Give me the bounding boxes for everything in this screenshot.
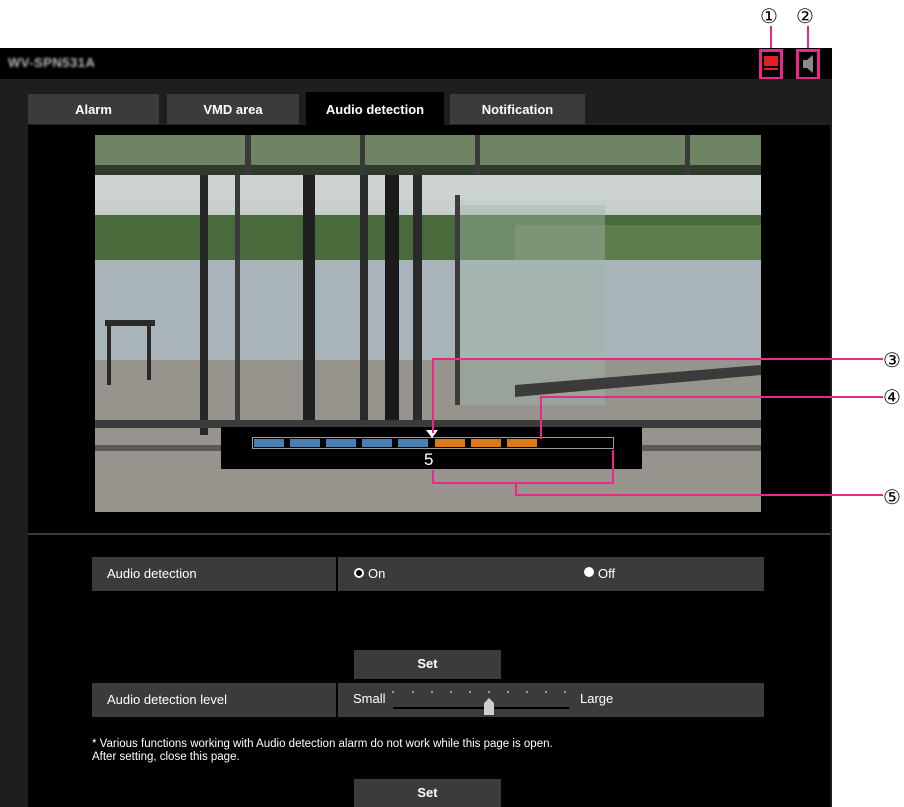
note-line-1: * Various functions working with Audio d… <box>92 738 553 750</box>
slider-track[interactable] <box>393 707 569 709</box>
audio-detection-label: Audio detection <box>92 557 336 591</box>
audio-detection-on-label: On <box>368 566 386 581</box>
divider <box>28 533 830 535</box>
callout-1-line <box>770 26 772 50</box>
audio-detection-off-label: Off <box>598 566 616 581</box>
tab-notification[interactable]: Notification <box>450 94 585 124</box>
tab-alarm[interactable]: Alarm <box>28 94 159 124</box>
tab-vmd-area[interactable]: VMD area <box>167 94 299 124</box>
meter-segment <box>254 439 284 447</box>
meter-value: 5 <box>424 450 434 469</box>
meter-segment <box>290 439 320 447</box>
meter-segment <box>398 439 428 447</box>
callout-2-line <box>807 26 809 50</box>
set-button[interactable]: Set <box>354 650 501 679</box>
callout-2: ② <box>796 4 814 28</box>
alarm-indicator-icon[interactable] <box>764 56 778 66</box>
audio-detection-level-label: Audio detection level <box>92 683 336 717</box>
callout-4-line <box>540 396 883 398</box>
meter-segment <box>326 439 356 447</box>
camera-name: WV-SPN531A <box>8 55 96 70</box>
tab-audio-detection[interactable]: Audio detection <box>306 92 444 126</box>
audio-detection-options <box>338 557 764 591</box>
callout-3-line <box>432 358 434 433</box>
title-bar <box>0 48 832 79</box>
meter-segment <box>471 439 501 447</box>
audio-detection-off-radio[interactable] <box>584 567 594 577</box>
callout-5-line <box>515 494 883 496</box>
note-line-2: After setting, close this page. <box>92 751 240 763</box>
callout-3: ③ <box>883 348 901 372</box>
meter-segment <box>362 439 392 447</box>
callout-5-line <box>432 482 614 484</box>
speaker-icon[interactable] <box>801 53 815 80</box>
audio-detection-on-radio[interactable] <box>354 568 364 578</box>
alarm-indicator-bar <box>764 68 778 70</box>
meter-segment <box>507 439 537 447</box>
slider-ticks <box>392 691 566 693</box>
callout-1: ① <box>760 4 778 28</box>
callout-5-line <box>612 450 614 484</box>
meter-segment <box>435 439 465 447</box>
slider-max-label: Large <box>580 691 614 706</box>
slider-min-label: Small <box>353 691 386 706</box>
callout-3-line <box>432 358 883 360</box>
callout-4: ④ <box>883 385 901 409</box>
callout-5: ⑤ <box>883 485 901 509</box>
callout-4-line <box>540 396 542 439</box>
set-button-bottom[interactable]: Set <box>354 779 501 807</box>
